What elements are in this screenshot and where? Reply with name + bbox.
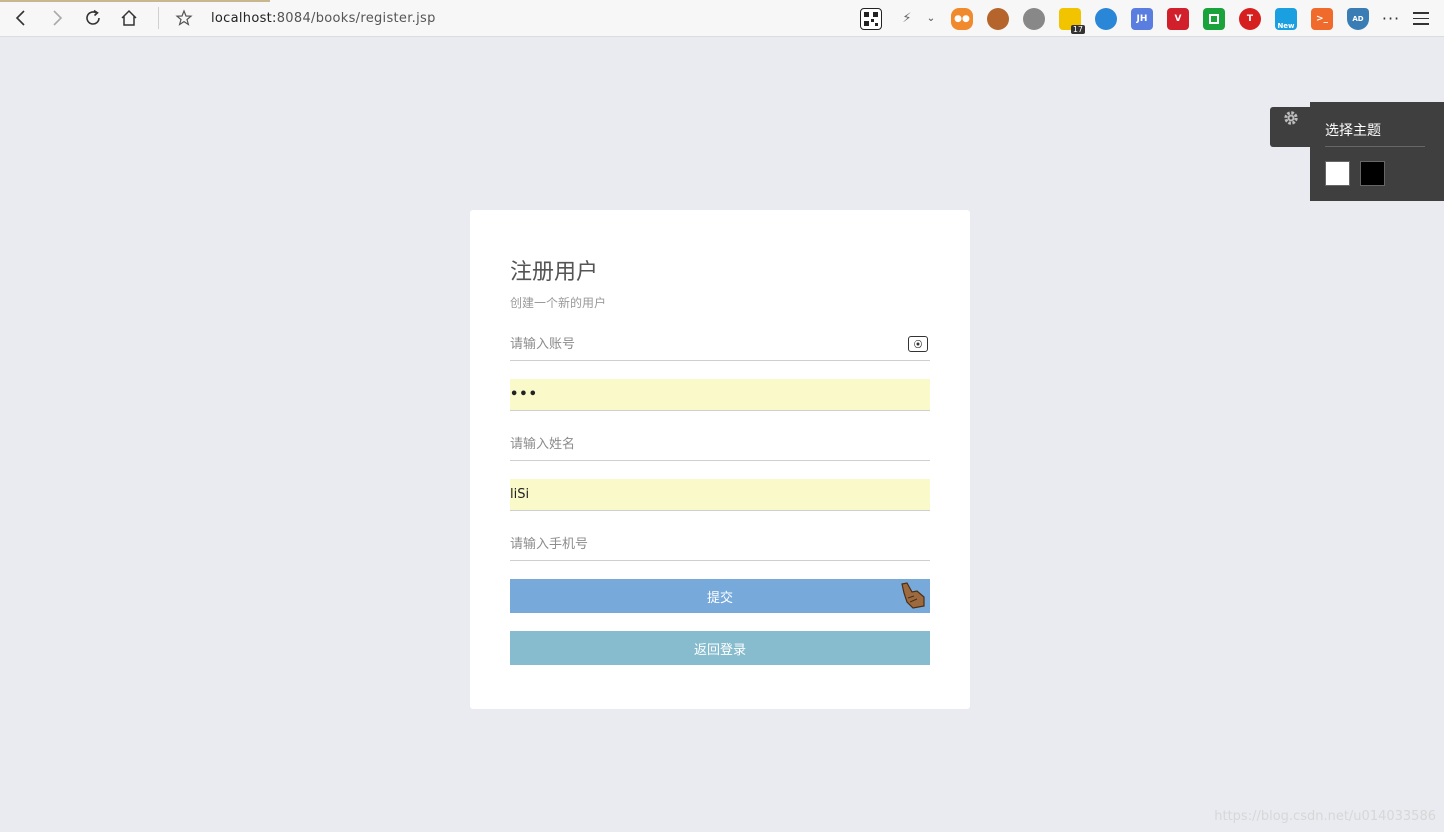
username-field-row	[510, 479, 930, 511]
star-icon	[175, 9, 193, 26]
address-bar[interactable]: localhost:8084/books/register.jsp	[211, 11, 436, 26]
green-square-icon[interactable]	[1203, 7, 1225, 30]
tab-accent-line	[0, 0, 270, 2]
back-to-login-label: 返回登录	[693, 642, 746, 658]
green-square-inner	[1209, 13, 1219, 24]
hand-cursor-icon	[901, 582, 925, 609]
watermark: https://blog.csdn.net/u014033586	[1214, 809, 1436, 824]
back-arrow-icon	[15, 10, 25, 26]
account-field-row: ⦿	[510, 329, 930, 361]
terminal-icon[interactable]: >_	[1311, 7, 1333, 30]
menu-line	[1413, 23, 1429, 25]
theme-panel-title: 选择主题	[1325, 120, 1425, 147]
back-to-login-button[interactable]: 返回登录	[510, 631, 930, 665]
url-host: localhost:	[211, 10, 277, 26]
password-field-row	[510, 379, 930, 411]
chevron-down-icon[interactable]: ⌄	[925, 8, 937, 30]
vivaldi-icon[interactable]: V	[1167, 7, 1189, 30]
reload-button[interactable]	[78, 3, 108, 33]
url-path: 8084/books/register.jsp	[276, 10, 436, 26]
new-icon[interactable]: New	[1275, 7, 1297, 30]
account-input[interactable]	[510, 329, 930, 360]
theme-toggle-button[interactable]	[1270, 107, 1312, 147]
hamburger-menu-icon[interactable]	[1406, 12, 1436, 25]
shield-ad-icon[interactable]: AD	[1347, 7, 1369, 30]
forward-button[interactable]	[42, 3, 72, 33]
page-subtitle: 创建一个新的用户	[510, 296, 607, 310]
gamepad-icon[interactable]: ●●	[951, 7, 973, 30]
password-manager-icon[interactable]: ⦿	[908, 336, 928, 352]
bookmark-button[interactable]	[169, 3, 199, 33]
username-input[interactable]	[510, 479, 930, 510]
phone-input[interactable]	[510, 529, 930, 560]
submit-label: 提交	[706, 590, 733, 606]
reload-icon	[86, 9, 100, 25]
toolbar-divider	[158, 7, 159, 29]
back-button[interactable]	[6, 3, 36, 33]
home-icon	[121, 9, 137, 26]
menu-line	[1413, 12, 1429, 14]
forward-arrow-icon	[53, 10, 63, 26]
name-field-row	[510, 429, 930, 461]
t-circle-icon[interactable]: T	[1239, 7, 1261, 30]
more-menu-icon[interactable]: ···	[1376, 9, 1406, 28]
theme-swatch-black[interactable]	[1360, 161, 1385, 186]
theme-swatches	[1325, 161, 1429, 186]
register-form: ⦿ 提交 返回登录	[510, 329, 930, 665]
menu-line	[1413, 17, 1429, 20]
jh-icon[interactable]: JH	[1131, 7, 1153, 30]
lightning-icon[interactable]: ⚡	[896, 8, 918, 30]
home-button[interactable]	[114, 3, 144, 33]
password-input[interactable]	[510, 379, 930, 410]
page-title: 注册用户	[510, 260, 599, 285]
theme-swatch-white[interactable]	[1325, 161, 1350, 186]
calendar-icon[interactable]: 17	[1059, 7, 1085, 34]
calendar-badge: 17	[1070, 24, 1085, 34]
monkey-icon[interactable]	[987, 7, 1009, 30]
phone-field-row	[510, 529, 930, 561]
qr-code-icon[interactable]	[860, 7, 882, 30]
name-input[interactable]	[510, 429, 930, 460]
register-card: 注册用户 创建一个新的用户 ⦿ 提交 返回登录	[470, 210, 970, 709]
extensions-bar: ⚡ ⌄ ●● 17 JH V T New >_ AD ···	[853, 0, 1444, 37]
globe-icon[interactable]	[1095, 7, 1117, 30]
gear-extension-icon[interactable]	[1023, 7, 1045, 30]
browser-toolbar: localhost:8084/books/register.jsp ⚡ ⌄ ●●…	[0, 0, 1444, 37]
theme-panel: 选择主题	[1310, 102, 1444, 201]
submit-button[interactable]: 提交	[510, 579, 930, 613]
gear-icon	[1284, 111, 1298, 125]
qr-pattern	[864, 11, 878, 26]
